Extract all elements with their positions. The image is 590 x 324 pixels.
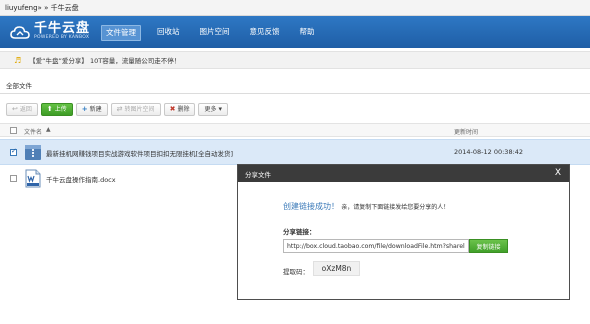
upload-arrow-icon: ⬆ <box>46 105 53 113</box>
delete-button[interactable]: ✖ 删除 <box>163 103 196 116</box>
success-message: 创建链接成功！ 亲，请复制下面链接发给您要分享的人！ <box>283 201 449 212</box>
main-nav: 文件管理 回收站 图片空间 意见反馈 帮助 <box>101 25 331 41</box>
chevron-down-icon: ▾ <box>218 105 222 113</box>
top-navigation-bar: 千牛云盘 POWERED BY KANBOX 文件管理 回收站 图片空间 意见反… <box>0 16 590 48</box>
table-row[interactable]: ✓ 最新挂机网赚钱项目实战游戏软件项目扣扣无限挂机[全自动发货] 2014-08… <box>0 139 590 165</box>
announcement-text[interactable]: 【爱“牛盘”爱分享】 10T容量，流量随公司走不停！ <box>29 55 180 65</box>
share-link-label: 分享链接： <box>283 228 316 236</box>
to-image-space-button[interactable]: ⇄ 转图片空间 <box>110 103 161 116</box>
success-hint: 亲，请复制下面链接发给您要分享的人！ <box>341 204 450 211</box>
copy-link-button[interactable]: 复制链接 <box>469 239 508 253</box>
divider <box>0 93 590 94</box>
back-arrow-icon: ↩ <box>12 105 18 113</box>
file-name[interactable]: 千牛云盘操作指南.docx <box>46 174 116 184</box>
delete-icon: ✖ <box>169 105 176 113</box>
file-table-header: 文件名 ▲ 更新时间 <box>0 123 590 137</box>
nav-item-recycle-bin[interactable]: 回收站 <box>153 25 184 39</box>
close-icon[interactable]: X <box>555 168 561 178</box>
dialog-title: 分享文件 <box>245 170 271 179</box>
extract-code-label: 提取码： <box>283 268 309 276</box>
brand-name: 千牛云盘 <box>34 21 91 36</box>
folder-zip-icon <box>25 145 41 160</box>
extract-code-value[interactable]: oXzM8n <box>313 261 360 276</box>
select-all-checkbox[interactable] <box>10 127 17 134</box>
brand-logo[interactable]: 千牛云盘 POWERED BY KANBOX <box>10 22 90 41</box>
create-button[interactable]: + 新建 <box>75 103 108 116</box>
nav-item-file-management[interactable]: 文件管理 <box>101 25 141 41</box>
nav-item-image-space[interactable]: 图片空间 <box>196 25 234 39</box>
announcement-bar: ♬ 【爱“牛盘”爱分享】 10T容量，流量随公司走不停！ <box>0 51 590 69</box>
share-file-dialog: 分享文件 X 创建链接成功！ 亲，请复制下面链接发给您要分享的人！ 分享链接： … <box>237 164 570 300</box>
brand-tagline: POWERED BY KANBOX <box>34 35 90 40</box>
plus-icon: + <box>81 105 88 113</box>
checkmark-icon: ✓ <box>11 147 17 155</box>
dialog-header: 分享文件 X <box>238 165 569 182</box>
nav-item-help[interactable]: 帮助 <box>296 25 319 39</box>
file-name[interactable]: 最新挂机网赚钱项目实战游戏软件项目扣扣无限挂机[全自动发货] <box>46 148 233 158</box>
row-checkbox[interactable]: ✓ <box>10 147 17 156</box>
speaker-icon: ♬ <box>14 55 22 65</box>
section-title: 全部文件 <box>6 82 32 90</box>
file-time: 2014-08-12 00:38:42 <box>454 148 524 156</box>
upload-button[interactable]: ⬆ 上传 <box>40 103 73 116</box>
column-header-time[interactable]: 更新时间 <box>454 127 478 136</box>
window-title: liuyufeng» » 千牛云盘 <box>5 3 79 12</box>
back-button[interactable]: ↩ 返回 <box>6 103 38 116</box>
window-title-bar: liuyufeng» » 千牛云盘 <box>0 0 590 16</box>
success-title: 创建链接成功！ <box>283 202 339 211</box>
image-move-icon: ⇄ <box>116 105 123 113</box>
cloud-logo-icon <box>10 25 30 39</box>
more-button[interactable]: 更多 ▾ <box>198 103 228 116</box>
nav-item-feedback[interactable]: 意见反馈 <box>246 25 284 39</box>
share-link-input[interactable] <box>283 239 469 253</box>
column-header-name[interactable]: 文件名 <box>24 127 42 136</box>
sort-asc-icon[interactable]: ▲ <box>46 126 51 133</box>
file-toolbar: ↩ 返回 ⬆ 上传 + 新建 ⇄ 转图片空间 ✖ 删除 更多 ▾ <box>6 103 231 116</box>
docx-file-icon <box>25 169 41 188</box>
row-checkbox[interactable] <box>10 175 17 182</box>
